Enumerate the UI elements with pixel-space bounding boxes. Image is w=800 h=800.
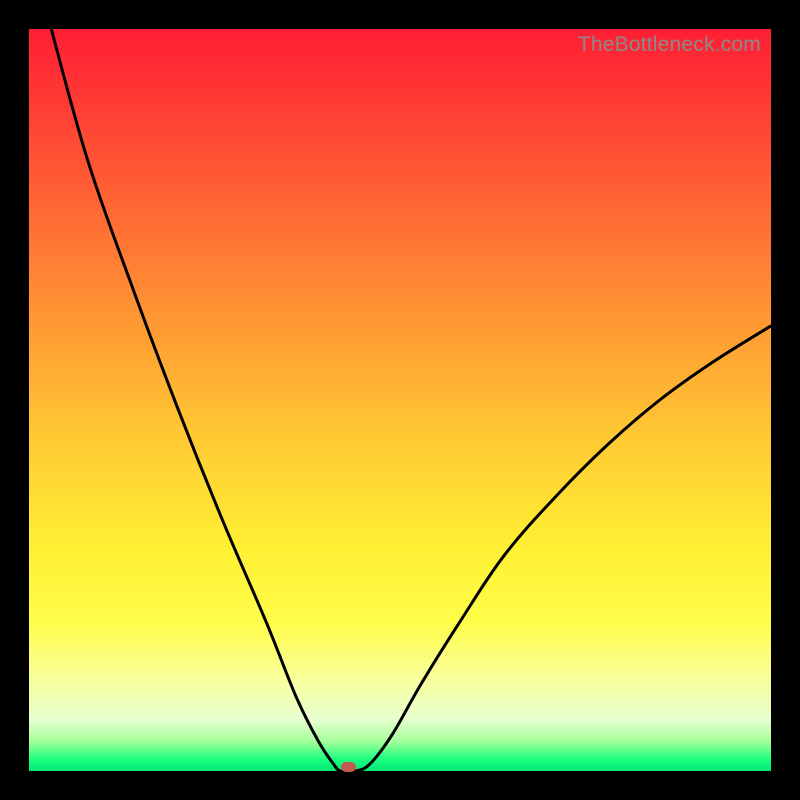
curve-path [51,29,771,771]
chart-plot-area: TheBottleneck.com [29,29,771,771]
chart-frame: TheBottleneck.com [0,0,800,800]
bottleneck-curve [29,29,771,771]
optimal-point-marker [341,762,356,772]
